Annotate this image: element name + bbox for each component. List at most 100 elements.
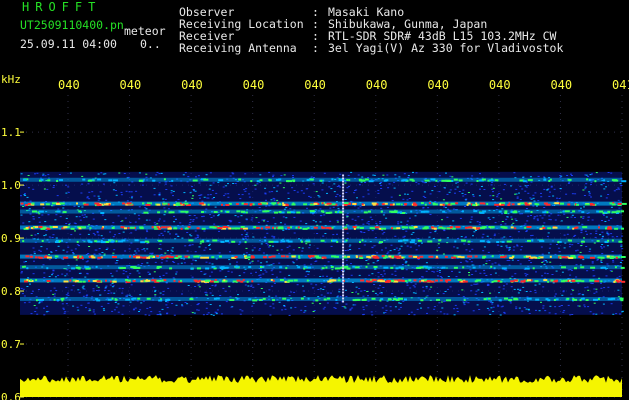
noise-speckle	[605, 186, 607, 188]
noise-speckle	[496, 244, 499, 246]
noise-speckle	[336, 233, 338, 235]
noise-speckle	[454, 304, 457, 306]
noise-speckle	[350, 274, 353, 276]
noise-speckle	[40, 246, 43, 248]
observation-datetime: 25.09.11 04:00	[20, 37, 117, 51]
noise-speckle	[214, 206, 217, 208]
signal-line-peak	[167, 203, 170, 206]
signal-line-peak	[164, 210, 167, 213]
noise-speckle	[143, 248, 146, 250]
noise-speckle	[322, 275, 325, 277]
signal-line-peak	[161, 279, 164, 282]
noise-speckle	[205, 208, 208, 210]
noise-speckle	[583, 206, 585, 208]
signal-line-peak	[235, 203, 239, 206]
noise-speckle	[275, 276, 278, 278]
noise-speckle	[170, 252, 173, 254]
signal-line-peak	[337, 279, 341, 282]
noise-speckle	[154, 261, 157, 263]
noise-speckle	[263, 219, 266, 221]
noise-speckle	[157, 220, 160, 222]
noise-speckle	[554, 293, 557, 295]
noise-speckle	[128, 294, 131, 296]
noise-speckle	[304, 275, 307, 277]
signal-line-peak	[95, 265, 98, 268]
noise-speckle	[607, 194, 610, 195]
noise-speckle	[228, 259, 231, 261]
signal-line-peak	[293, 279, 298, 282]
signal-line-peak	[390, 266, 394, 269]
noise-speckle	[339, 173, 342, 175]
noise-speckle	[489, 301, 492, 303]
noise-speckle	[591, 173, 593, 175]
signal-line-peak	[156, 279, 162, 282]
noise-speckle	[498, 286, 501, 288]
noise-speckle	[409, 287, 412, 289]
noise-speckle	[508, 248, 511, 250]
noise-speckle	[211, 284, 214, 286]
noise-speckle	[444, 291, 447, 292]
signal-line-peak	[598, 226, 600, 229]
signal-line-peak	[398, 297, 403, 300]
noise-speckle	[160, 262, 163, 264]
signal-line-peak	[83, 203, 89, 206]
noise-speckle	[248, 193, 251, 195]
signal-line-peak	[561, 266, 566, 269]
noise-speckle	[273, 199, 276, 201]
noise-speckle	[69, 172, 72, 174]
noise-speckle	[386, 252, 389, 254]
noise-speckle	[88, 308, 91, 310]
noise-speckle	[109, 231, 112, 233]
noise-speckle	[209, 304, 212, 305]
noise-speckle	[154, 295, 157, 297]
noise-speckle	[328, 186, 331, 188]
noise-speckle	[166, 312, 169, 314]
signal-line-peak	[244, 241, 247, 244]
noise-speckle	[209, 248, 212, 250]
noise-speckle	[406, 284, 409, 286]
signal-line-peak	[309, 256, 312, 259]
noise-speckle	[498, 292, 501, 294]
noise-speckle	[513, 288, 516, 290]
signal-line-peak	[40, 203, 45, 206]
noise-speckle	[300, 190, 303, 192]
signal-line-peak	[404, 280, 408, 283]
signal-line-peak	[32, 226, 35, 229]
noise-speckle	[526, 220, 529, 222]
noise-speckle	[40, 301, 43, 303]
noise-speckle	[80, 192, 83, 194]
signal-line-peak	[253, 226, 257, 229]
noise-speckle	[89, 309, 92, 311]
noise-speckle	[130, 295, 133, 297]
noise-speckle	[205, 174, 208, 176]
noise-speckle	[443, 187, 446, 189]
signal-line-peak	[315, 299, 319, 302]
noise-speckle	[489, 274, 492, 276]
noise-speckle	[530, 262, 532, 264]
noise-speckle	[189, 219, 192, 221]
noise-speckle	[203, 249, 206, 251]
noise-speckle	[303, 296, 306, 297]
signal-line-peak	[145, 279, 151, 282]
signal-line-peak	[491, 280, 494, 283]
noise-speckle	[532, 197, 535, 199]
noise-speckle	[586, 233, 588, 235]
signal-line-peak	[303, 266, 307, 268]
noise-speckle	[85, 307, 87, 309]
noise-speckle	[453, 308, 456, 310]
noise-speckle	[86, 260, 89, 262]
signal-line-peak	[357, 298, 361, 301]
noise-speckle	[262, 252, 265, 254]
noise-speckle	[205, 261, 208, 263]
noise-speckle	[383, 270, 386, 272]
x-axis-ticks: 0400400400400400400400400400410	[58, 78, 629, 92]
noise-speckle	[380, 188, 383, 189]
signal-line-peak	[482, 255, 487, 258]
noise-speckle	[191, 186, 193, 188]
noise-speckle	[363, 232, 366, 233]
noise-speckle	[571, 314, 574, 315]
noise-speckle	[138, 311, 140, 312]
noise-speckle	[620, 245, 623, 247]
noise-speckle	[360, 290, 363, 292]
noise-speckle	[386, 206, 389, 208]
